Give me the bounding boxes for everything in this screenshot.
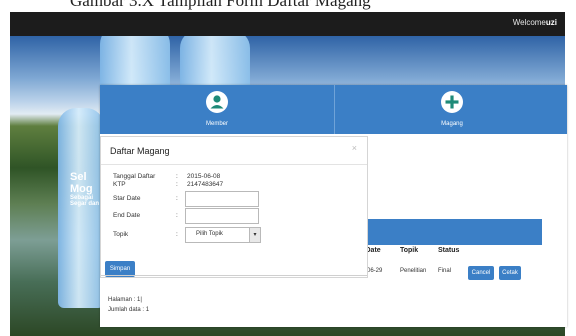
modal-divider xyxy=(101,164,367,165)
promo-line-1: Sel xyxy=(70,171,87,183)
nav-tile-member[interactable]: Member xyxy=(100,85,334,134)
nav-label-member: Member xyxy=(205,121,228,127)
person-icon xyxy=(206,91,228,113)
modal-bottom-divider xyxy=(101,275,367,276)
page-number: Halaman : 1| xyxy=(108,297,142,303)
colon: : xyxy=(176,195,178,202)
promo-line-4: Segar dan xyxy=(70,201,100,207)
page-caption: Gambar 3.X Tampilan Form Daftar Magang xyxy=(0,0,576,12)
topik-select[interactable]: Pilih Topik ▾ xyxy=(185,227,261,243)
label-topik: Topik xyxy=(113,231,129,238)
nav-tile-magang[interactable]: Magang xyxy=(335,85,569,134)
label-end-date: End Date xyxy=(113,212,141,219)
close-icon[interactable]: × xyxy=(352,143,357,153)
topik-select-value: Pilih Topik xyxy=(196,231,223,237)
daftar-magang-modal: Daftar Magang × Tanggal Daftar : 2015-06… xyxy=(100,136,368,278)
total-records: Jumlah data : 1 xyxy=(108,307,150,313)
value-tanggal-daftar: 2015-06-08 xyxy=(187,173,221,180)
welcome-user[interactable]: Welcomeuzi xyxy=(513,18,557,27)
colon: : xyxy=(176,173,178,180)
promo-line-2: Mog xyxy=(70,183,93,195)
cell-status: Final xyxy=(438,268,452,274)
cell-topik: Penelitian xyxy=(400,268,427,274)
top-navbar: Welcomeuzi xyxy=(10,12,565,36)
col-status: Status xyxy=(438,247,460,254)
nav-label-magang: Magang xyxy=(441,121,463,127)
label-star-date: Star Date xyxy=(113,195,141,202)
col-topik: Topik xyxy=(400,247,419,254)
pagination-info: Halaman : 1| Jumlah data : 1 xyxy=(108,295,149,315)
promo-text: Sel Mog Sebagai Segar dan xyxy=(70,171,99,207)
star-date-input[interactable] xyxy=(185,191,259,207)
label-ktp: KTP xyxy=(113,181,126,188)
value-ktp: 2147483647 xyxy=(187,181,224,188)
colon: : xyxy=(176,231,178,238)
cetak-button[interactable]: Cetak xyxy=(499,266,521,280)
chevron-down-icon: ▾ xyxy=(249,228,260,242)
caption-text: Gambar 3.X Tampilan Form Daftar Magang xyxy=(70,0,371,10)
end-date-input[interactable] xyxy=(185,208,259,224)
table-row: 015-06-29 Penelitian Final Cancel Cetak xyxy=(355,266,545,282)
table-header: nd Date Topik Status xyxy=(355,247,545,261)
welcome-prefix: Welcome xyxy=(512,18,546,27)
modal-title: Daftar Magang xyxy=(110,146,170,156)
label-tanggal-daftar: Tanggal Daftar xyxy=(113,173,156,180)
welcome-username: uzi xyxy=(545,18,557,27)
plus-icon xyxy=(441,91,463,113)
colon: : xyxy=(176,212,178,219)
cancel-button[interactable]: Cancel xyxy=(468,266,494,280)
colon: : xyxy=(176,181,178,188)
nav-header: Member Magang xyxy=(100,85,567,134)
table-title-bar xyxy=(355,219,542,245)
water-bottle-image xyxy=(58,108,104,308)
